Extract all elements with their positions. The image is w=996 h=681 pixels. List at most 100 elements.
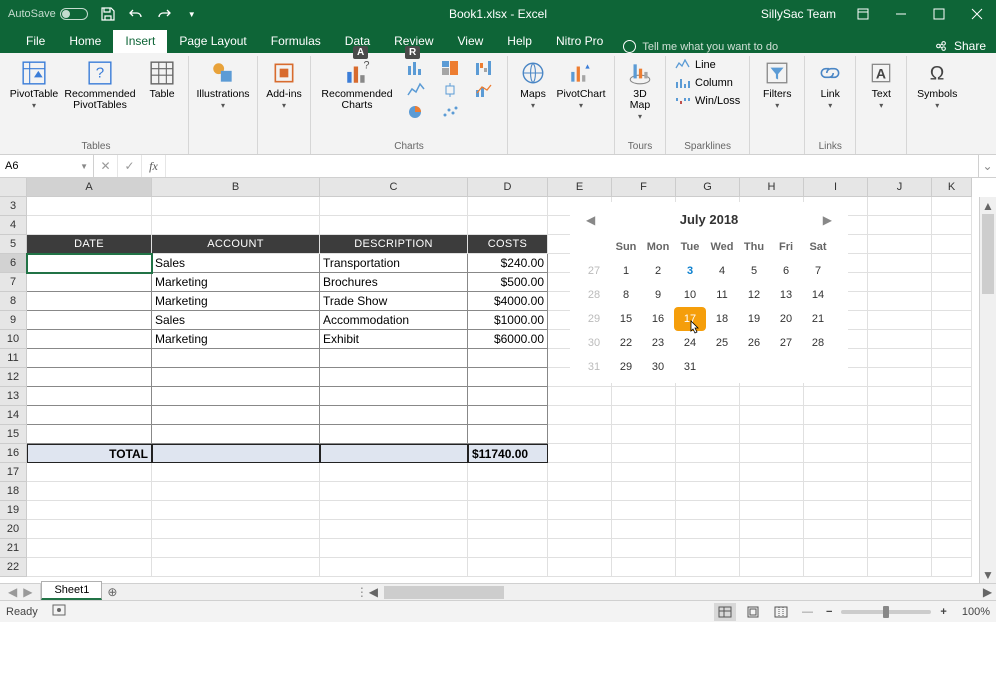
table-cell[interactable]: Accommodation xyxy=(320,311,468,330)
calendar-day[interactable] xyxy=(706,355,738,379)
cell[interactable] xyxy=(320,216,468,235)
cell[interactable] xyxy=(548,558,612,577)
cell[interactable] xyxy=(27,216,152,235)
calendar-day[interactable]: 20 xyxy=(770,307,802,331)
table-cell[interactable] xyxy=(320,425,468,444)
macro-record-icon[interactable] xyxy=(52,604,66,619)
cell[interactable] xyxy=(152,501,320,520)
scroll-thumb[interactable] xyxy=(982,214,994,294)
row-header[interactable]: 13 xyxy=(0,387,27,406)
table-cell[interactable]: $1000.00 xyxy=(468,311,548,330)
calendar-day[interactable]: 30 xyxy=(642,355,674,379)
active-cell[interactable] xyxy=(27,254,152,273)
cell[interactable] xyxy=(27,482,152,501)
calendar-day[interactable]: 18 xyxy=(706,307,738,331)
chart-statistic-icon[interactable] xyxy=(433,79,467,101)
column-header[interactable]: H xyxy=(740,178,804,197)
cell[interactable] xyxy=(868,235,932,254)
calendar-day[interactable]: 2 xyxy=(642,259,674,283)
cell[interactable] xyxy=(548,539,612,558)
table-cell[interactable] xyxy=(27,311,152,330)
chart-scatter-icon[interactable] xyxy=(433,101,467,123)
calendar-day[interactable]: 6 xyxy=(770,259,802,283)
table-header[interactable]: DESCRIPTION xyxy=(320,235,468,254)
column-header[interactable]: I xyxy=(804,178,868,197)
cell[interactable] xyxy=(868,520,932,539)
calendar-day[interactable]: 31 xyxy=(674,355,706,379)
row-header[interactable]: 20 xyxy=(0,520,27,539)
sparkline-column-button[interactable]: Column xyxy=(672,75,743,91)
cell[interactable] xyxy=(27,501,152,520)
cell[interactable] xyxy=(932,520,972,539)
cell[interactable] xyxy=(804,444,868,463)
row-header[interactable]: 16 xyxy=(0,444,27,463)
calendar-prev-icon[interactable]: ◀ xyxy=(586,213,595,227)
sheet-nav-prev-icon[interactable]: ◀ xyxy=(8,585,17,599)
row-header[interactable]: 8 xyxy=(0,292,27,311)
cell[interactable] xyxy=(612,558,676,577)
column-header[interactable]: D xyxy=(468,178,548,197)
table-button[interactable]: Table xyxy=(142,57,182,100)
cell[interactable] xyxy=(868,425,932,444)
cell[interactable] xyxy=(804,406,868,425)
table-cell[interactable]: Exhibit xyxy=(320,330,468,349)
calendar-day[interactable]: 25 xyxy=(706,331,738,355)
cell[interactable] xyxy=(932,463,972,482)
row-header[interactable]: 17 xyxy=(0,463,27,482)
zoom-out-button[interactable]: − xyxy=(823,606,835,618)
cell[interactable] xyxy=(676,425,740,444)
fx-icon[interactable]: fx xyxy=(142,155,166,177)
menu-tab-insert[interactable]: Insert xyxy=(113,30,167,53)
view-normal-icon[interactable] xyxy=(714,603,736,621)
cell[interactable] xyxy=(740,425,804,444)
cell[interactable] xyxy=(932,311,972,330)
table-cell[interactable]: $240.00 xyxy=(468,254,548,273)
cell[interactable] xyxy=(676,463,740,482)
cell[interactable] xyxy=(468,501,548,520)
addins-button[interactable]: Add-ins▾ xyxy=(264,57,304,111)
table-cell[interactable] xyxy=(468,349,548,368)
formula-expand-icon[interactable]: ⌄ xyxy=(978,155,996,177)
cell[interactable] xyxy=(152,482,320,501)
table-cell[interactable] xyxy=(320,349,468,368)
table-cell[interactable]: $6000.00 xyxy=(468,330,548,349)
cell[interactable] xyxy=(676,387,740,406)
cell[interactable] xyxy=(152,216,320,235)
add-sheet-button[interactable]: ⊕ xyxy=(102,584,122,600)
table-cell[interactable]: Marketing xyxy=(152,273,320,292)
table-cell[interactable] xyxy=(152,368,320,387)
table-cell[interactable] xyxy=(320,387,468,406)
pivottable-button[interactable]: PivotTable▾ xyxy=(10,57,58,111)
cell[interactable] xyxy=(676,520,740,539)
cell[interactable] xyxy=(868,292,932,311)
cell[interactable] xyxy=(152,197,320,216)
share-button[interactable]: Share xyxy=(924,39,996,53)
cell[interactable] xyxy=(932,501,972,520)
cell[interactable] xyxy=(612,501,676,520)
cell[interactable] xyxy=(27,197,152,216)
cell[interactable] xyxy=(868,463,932,482)
table-total-label[interactable]: TOTAL xyxy=(27,444,152,463)
ribbon-options-icon[interactable] xyxy=(844,0,882,28)
table-cell[interactable] xyxy=(152,425,320,444)
table-total-cell[interactable] xyxy=(320,444,468,463)
maximize-button[interactable] xyxy=(920,0,958,28)
row-header[interactable]: 12 xyxy=(0,368,27,387)
table-cell[interactable] xyxy=(27,387,152,406)
cell[interactable] xyxy=(548,463,612,482)
calendar-day[interactable]: 11 xyxy=(706,283,738,307)
minimize-button[interactable] xyxy=(882,0,920,28)
column-header[interactable]: K xyxy=(932,178,972,197)
cell[interactable] xyxy=(932,539,972,558)
column-header[interactable]: B xyxy=(152,178,320,197)
table-cell[interactable] xyxy=(27,368,152,387)
cell[interactable] xyxy=(868,197,932,216)
cell[interactable] xyxy=(932,273,972,292)
table-cell[interactable] xyxy=(320,406,468,425)
cell[interactable] xyxy=(676,482,740,501)
cell[interactable] xyxy=(612,539,676,558)
calendar-day[interactable]: 21 xyxy=(802,307,834,331)
cell[interactable] xyxy=(27,558,152,577)
cell[interactable] xyxy=(740,444,804,463)
cell[interactable] xyxy=(932,425,972,444)
